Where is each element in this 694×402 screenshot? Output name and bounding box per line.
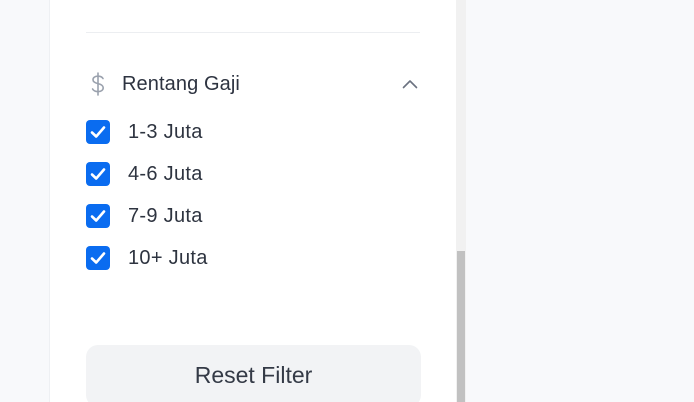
checkbox-checked[interactable] [86,204,110,228]
option-label: 1-3 Juta [128,120,203,143]
reset-filter-button[interactable]: Reset Filter [86,345,421,402]
scrollbar[interactable] [456,0,466,402]
salary-options-list: 1-3 Juta 4-6 Juta 7-9 Juta 10+ Juta [86,119,420,287]
salary-option-4-6[interactable]: 4-6 Juta [86,161,420,187]
page: Rentang Gaji 1-3 Juta 4-6 Juta 7-9 Juta … [0,0,694,402]
salary-option-10-plus[interactable]: 10+ Juta [86,245,420,271]
option-label: 7-9 Juta [128,204,203,227]
chevron-up-icon[interactable] [400,74,420,94]
scrollbar-thumb[interactable] [457,251,465,402]
option-label: 4-6 Juta [128,162,203,185]
salary-option-1-3[interactable]: 1-3 Juta [86,119,420,145]
checkbox-checked[interactable] [86,162,110,186]
checkbox-checked[interactable] [86,246,110,270]
checkbox-checked[interactable] [86,120,110,144]
option-label: 10+ Juta [128,246,208,269]
filter-panel: Rentang Gaji 1-3 Juta 4-6 Juta 7-9 Juta … [49,0,456,402]
salary-section-header[interactable]: Rentang Gaji [86,66,420,102]
section-divider [86,32,420,33]
salary-section-title: Rentang Gaji [122,72,240,95]
salary-option-7-9[interactable]: 7-9 Juta [86,203,420,229]
dollar-icon [86,72,110,96]
